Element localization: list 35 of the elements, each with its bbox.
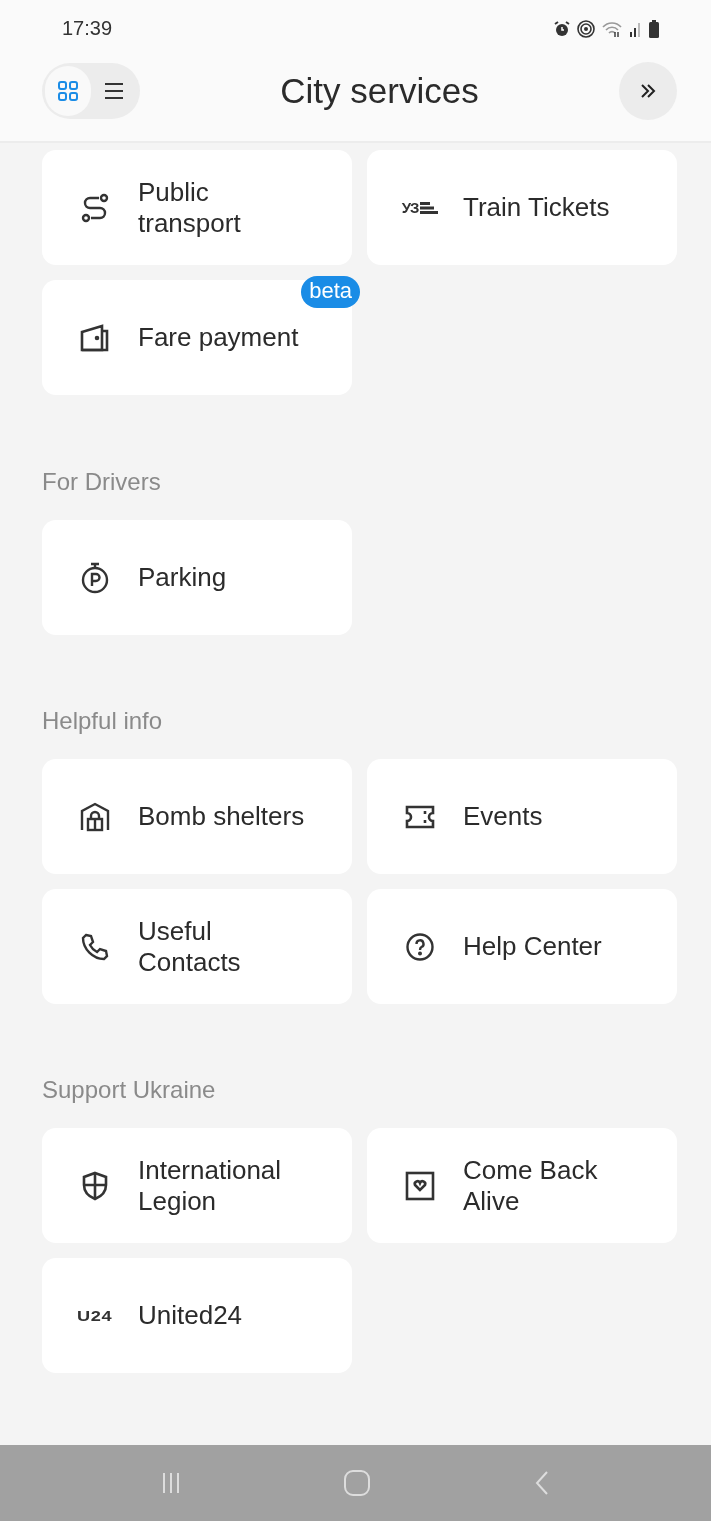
- beta-badge: beta: [301, 276, 360, 309]
- home-icon: [343, 1469, 372, 1498]
- section-title: Helpful info: [42, 707, 164, 736]
- service-card[interactable]: U24 United24: [42, 1258, 352, 1374]
- service-card[interactable]: International Legion: [42, 1128, 352, 1244]
- service-card[interactable]: Public transport: [42, 150, 352, 266]
- battery-icon: [649, 20, 659, 39]
- wifi-icon: [601, 20, 623, 39]
- grid-icon: [57, 79, 79, 102]
- heart-frame-icon: [404, 1170, 436, 1202]
- phone-icon: [80, 932, 110, 962]
- service-card[interactable]: УЗ Train Tickets: [367, 150, 677, 266]
- route-icon: [80, 193, 110, 223]
- help-icon: [405, 932, 435, 962]
- signal-icon: [629, 20, 643, 39]
- section-title: For Drivers: [42, 468, 162, 497]
- page-title: City services: [280, 70, 479, 111]
- status-time: 17:39: [62, 17, 113, 41]
- parking-timer-icon: [80, 562, 110, 594]
- service-card[interactable]: Bomb shelters: [42, 759, 352, 875]
- wallet-icon: [79, 323, 111, 353]
- service-card[interactable]: Help Center: [367, 889, 677, 1005]
- ticket-icon: [404, 803, 436, 831]
- service-card[interactable]: Come Back Alive: [367, 1128, 677, 1244]
- united24-logo-icon: U24: [77, 1308, 113, 1324]
- section-title: Support Ukraine: [42, 1076, 217, 1105]
- shield-icon: [80, 1170, 110, 1202]
- service-card[interactable]: Events: [367, 759, 677, 875]
- hotspot-icon: [577, 20, 595, 39]
- recents-icon: [161, 1471, 182, 1496]
- double-chevron-icon: [639, 82, 657, 99]
- shelter-icon: [79, 801, 111, 833]
- service-card[interactable]: Useful Contacts: [42, 889, 352, 1005]
- service-card[interactable]: Parking: [42, 520, 352, 636]
- back-icon: [533, 1470, 550, 1497]
